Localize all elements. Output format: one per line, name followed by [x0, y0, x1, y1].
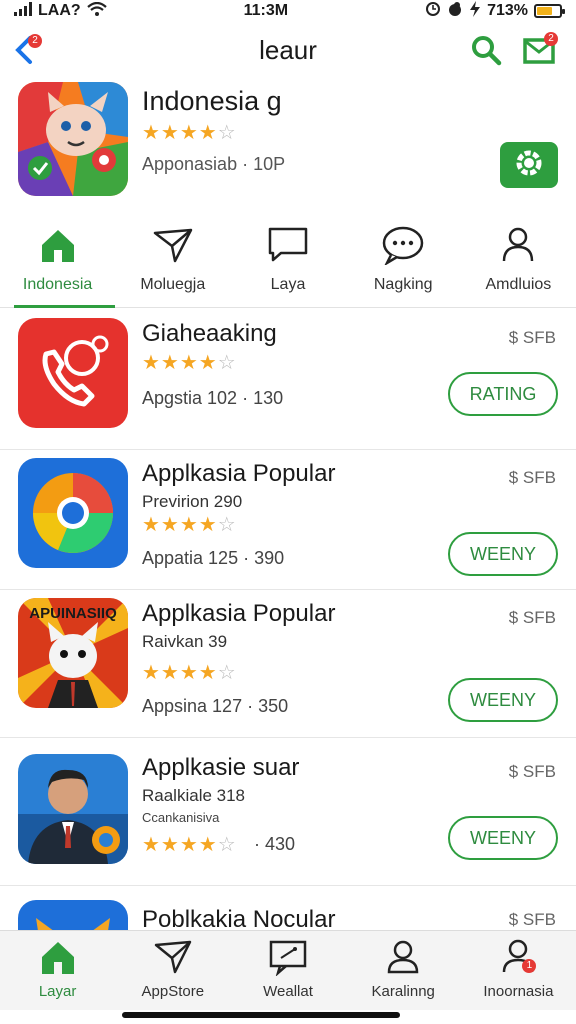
- cat-app-icon: [18, 900, 128, 932]
- back-badge: 2: [28, 34, 42, 48]
- app-subtitle: Raalkiale 318: [142, 786, 246, 805]
- tab-label: Nagking: [373, 276, 433, 293]
- mail-badge: 2: [544, 32, 558, 46]
- wallet-icon: [268, 937, 308, 977]
- app-meta: Appatia 125 · 390: [142, 548, 285, 568]
- top-app-bar: 2 leaur 2: [0, 22, 576, 78]
- search-button[interactable]: [468, 32, 504, 68]
- list-item[interactable]: Applkasia Popular Previrion 290 ★★★★☆ Ap…: [0, 450, 576, 590]
- do-not-disturb-icon: [447, 1, 463, 22]
- nav-label: Inoornasia: [483, 983, 554, 1000]
- alarm-icon: [425, 1, 441, 22]
- wifi-icon: [86, 1, 107, 21]
- app-list: Giaheaaking ★★★★☆ Apgstia 102 · 130 $ SF…: [0, 310, 576, 932]
- paper-plane-icon: [150, 222, 196, 268]
- app-subtitle: Raivkan 39: [142, 632, 228, 651]
- battery-icon: [533, 4, 565, 18]
- mail-button[interactable]: 2: [522, 32, 558, 68]
- app-name: Applkasia Popular: [142, 460, 336, 487]
- page-title: leaur: [259, 34, 317, 65]
- price-label: $ SFB: [508, 468, 556, 487]
- phone-app-icon: [18, 318, 128, 428]
- paper-plane-icon: [153, 937, 193, 977]
- nav-layar[interactable]: Layar: [0, 931, 115, 1010]
- featured-app-icon: [18, 82, 128, 196]
- list-item[interactable]: Applkasie suar Raalkiale 318 Ccankanisiv…: [0, 738, 576, 886]
- app-meta: Apgstia 102 · 130: [142, 388, 284, 408]
- mail-icon: [522, 38, 558, 72]
- weeny-button[interactable]: WEENY: [448, 678, 558, 722]
- nav-label: Karalinng: [371, 983, 435, 1000]
- rating-stars: ★★★★☆: [142, 352, 237, 374]
- browser-app-icon: [18, 458, 128, 568]
- app-meta: Appsina 127 · 350: [142, 696, 289, 716]
- tab-label: Laya: [270, 276, 306, 293]
- back-button[interactable]: 2: [10, 32, 46, 68]
- price-label: $ SFB: [508, 328, 556, 347]
- nav-karalinng[interactable]: Karalinng: [346, 931, 461, 1010]
- price-label: $ SFB: [508, 608, 556, 627]
- app-name: Giaheaaking: [142, 320, 277, 347]
- featured-settings-button[interactable]: [500, 142, 558, 188]
- featured-app-meta: Apponasiab · 10P: [142, 154, 286, 174]
- nav-weallat[interactable]: Weallat: [230, 931, 345, 1010]
- nav-inoornasia[interactable]: 1 Inoornasia: [461, 931, 576, 1010]
- tab-nagking[interactable]: Nagking: [346, 212, 461, 307]
- rating-stars: ★★★★☆: [142, 662, 237, 684]
- rating-stars: ★★★★☆: [142, 834, 237, 856]
- bottom-navigation: Layar AppStore Weallat Karalinng 1 Inoor…: [0, 930, 576, 1010]
- game-icon-text: APUINASIIQ: [29, 605, 117, 622]
- person-app-icon: [18, 754, 128, 864]
- nav-label: Layar: [38, 983, 77, 1000]
- nav-label: Weallat: [263, 983, 313, 1000]
- signal-icon: [14, 1, 32, 21]
- tab-label: Moluegja: [140, 276, 206, 293]
- tab-moluegja[interactable]: Moluegja: [115, 212, 230, 307]
- charging-icon: [469, 0, 481, 22]
- chat-bubble-icon: [380, 222, 426, 268]
- featured-app-card[interactable]: Indonesia g ★★★★☆ Apponasiab · 10P: [18, 80, 558, 200]
- app-subtitle: Previrion 290: [142, 492, 243, 511]
- list-item[interactable]: Giaheaaking ★★★★☆ Apgstia 102 · 130 $ SF…: [0, 310, 576, 450]
- price-label: $ SFB: [508, 910, 556, 929]
- app-name: Applkasia Popular: [142, 600, 336, 627]
- message-box-icon: [265, 222, 311, 268]
- rating-stars: ★★★★☆: [142, 514, 237, 536]
- profile-icon: 1: [498, 937, 538, 977]
- list-item[interactable]: Poblkakia Nocular ★★★★☆ $ SFB: [0, 886, 576, 932]
- featured-app-title: Indonesia g: [142, 86, 282, 116]
- clock-text: 11:3M: [243, 2, 289, 19]
- person-icon: [495, 222, 541, 268]
- category-tabs: Indonesia Moluegja Laya Nagking Amdluios: [0, 212, 576, 308]
- featured-rating-stars: ★★★★☆: [142, 122, 237, 144]
- tab-indonesia[interactable]: Indonesia: [0, 212, 116, 308]
- app-name: Poblkakia Nocular: [142, 906, 336, 932]
- home-indicator[interactable]: [122, 1012, 400, 1018]
- person-icon: [383, 937, 423, 977]
- price-label: $ SFB: [508, 762, 556, 781]
- nav-appstore[interactable]: AppStore: [115, 931, 230, 1010]
- home-icon: [38, 937, 78, 977]
- list-item[interactable]: APUINASIIQ Applkasia Popular Raivkan 39 …: [0, 590, 576, 738]
- weeny-button[interactable]: WEENY: [448, 816, 558, 860]
- nav-label: AppStore: [141, 983, 205, 1000]
- tab-label: Indonesia: [22, 276, 93, 293]
- gear-icon: [513, 147, 545, 184]
- battery-percent: 713%: [487, 2, 528, 19]
- search-icon: [468, 36, 504, 72]
- tab-amdluios[interactable]: Amdluios: [461, 212, 576, 307]
- app-meta: · 430: [254, 834, 296, 854]
- app-developer: Ccankanisiva: [142, 810, 220, 825]
- status-bar: LAA? 11:3M 713%: [0, 0, 576, 22]
- carrier-text: LAA?: [38, 2, 81, 19]
- tab-label: Amdluios: [485, 276, 552, 293]
- game-app-icon: APUINASIIQ: [18, 598, 128, 708]
- rating-button[interactable]: RATING: [448, 372, 558, 416]
- app-name: Applkasie suar: [142, 754, 300, 781]
- tab-laya[interactable]: Laya: [230, 212, 345, 307]
- weeny-button[interactable]: WEENY: [448, 532, 558, 576]
- home-icon: [35, 222, 81, 268]
